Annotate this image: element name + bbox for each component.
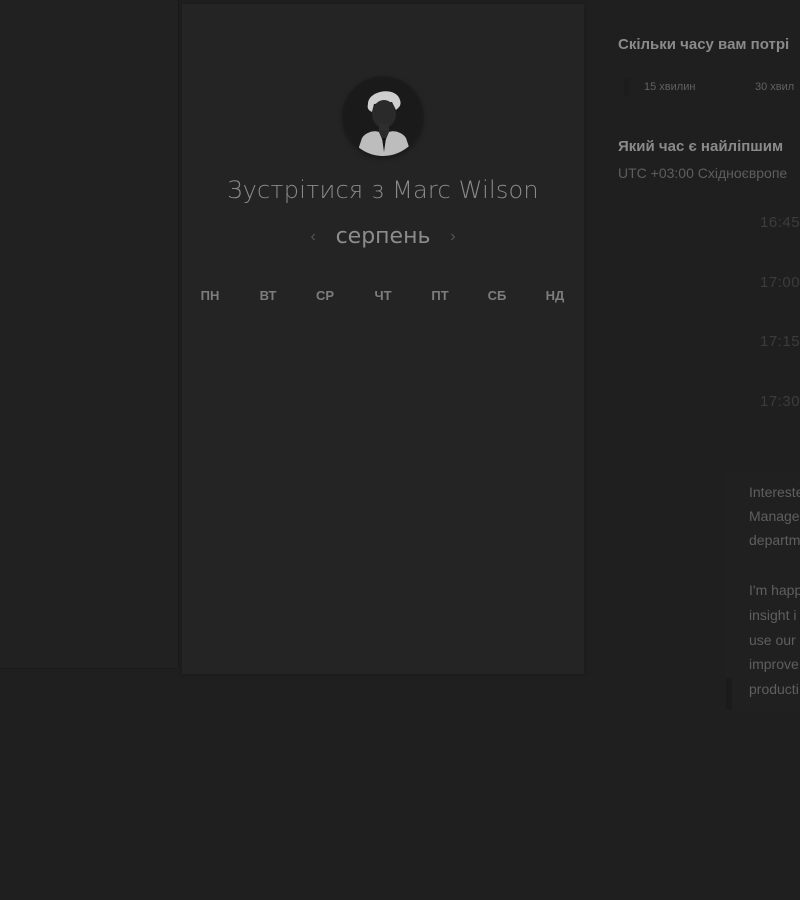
time-question: Який час є найліпшим: [618, 138, 784, 155]
weekday-fri: ПТ: [431, 288, 449, 303]
meeting-title: Зустрітися з Marc Wilson: [227, 176, 539, 204]
booking-panel: Скільки часу вам потрі 15 хвилин 30 хвил…: [618, 0, 800, 900]
description-line: improve: [749, 656, 799, 672]
description-line: use our: [749, 632, 796, 648]
time-slot[interactable]: 17:15: [760, 333, 800, 355]
duration-option-15[interactable]: 15 хвилин: [624, 74, 695, 100]
description-line: insight i: [749, 607, 797, 623]
weekday-sun: НД: [545, 288, 565, 303]
description-line: departm: [749, 532, 800, 548]
time-slot[interactable]: 17:30: [760, 393, 800, 415]
description-line: I'm happ: [749, 582, 800, 598]
weekday-mon: ПН: [200, 288, 220, 303]
duration-option-30[interactable]: 30 хвил: [755, 74, 794, 100]
duration-label: 15 хвилин: [644, 81, 696, 93]
weekday-thu: ЧТ: [374, 288, 392, 303]
avatar-portrait: [344, 78, 422, 156]
avatar: [344, 78, 422, 156]
description-line: Manage: [749, 508, 800, 524]
duration-label: 30 хвил: [755, 81, 795, 93]
weekday-wed: СР: [315, 288, 335, 303]
timezone-selector[interactable]: UTC +03:00 Східноєвропе: [618, 165, 787, 181]
weekday-sat: СБ: [487, 288, 507, 303]
time-slot[interactable]: 17:00: [760, 274, 800, 296]
time-slot[interactable]: 16:45: [760, 214, 800, 236]
profile-card: Зустрітися з Marc Wilson ‹ серпень › ПН …: [182, 4, 584, 674]
weekday-tue: ВТ: [259, 288, 277, 303]
month-label: серпень: [335, 224, 431, 249]
chevron-right-icon[interactable]: ›: [443, 228, 463, 246]
left-panel: [0, 0, 178, 668]
description-line: Intereste: [749, 484, 800, 500]
description-line: producti: [749, 681, 799, 697]
chevron-left-icon[interactable]: ‹: [303, 228, 323, 246]
booking-page: Зустрітися з Marc Wilson ‹ серпень › ПН …: [0, 0, 800, 900]
month-navigator: ‹ серпень ›: [182, 224, 584, 249]
duration-question: Скільки часу вам потрі: [618, 36, 790, 53]
description-marker: [726, 678, 732, 710]
weekday-header: ПН ВТ СР ЧТ ПТ СБ НД: [182, 288, 584, 306]
radio-icon: [624, 78, 630, 97]
